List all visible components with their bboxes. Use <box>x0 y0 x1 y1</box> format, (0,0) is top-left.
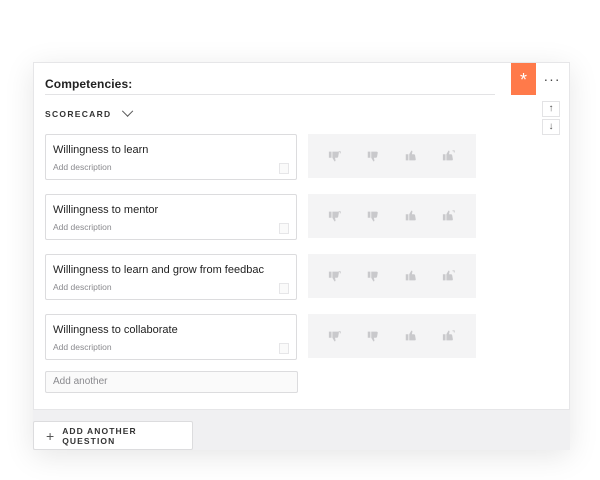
competency-description[interactable]: Add description <box>53 162 112 172</box>
competency-card[interactable]: Willingness to mentor Add description <box>45 194 297 240</box>
double-thumbs-up-icon[interactable] <box>442 269 456 283</box>
drag-handle-icon[interactable] <box>279 163 289 174</box>
scorecard-label: SCORECARD <box>45 109 112 119</box>
competency-name[interactable]: Willingness to learn and grow from feedb… <box>53 264 264 276</box>
rating-options <box>308 194 476 238</box>
chevron-down-icon <box>122 105 134 117</box>
double-thumbs-down-icon[interactable] <box>328 269 342 283</box>
competency-name[interactable]: Willingness to learn <box>53 144 148 156</box>
required-toggle-button[interactable]: * <box>511 63 536 95</box>
drag-handle-icon[interactable] <box>279 223 289 234</box>
thumbs-down-icon[interactable] <box>366 269 380 283</box>
thumbs-up-icon[interactable] <box>404 269 418 283</box>
thumbs-down-icon[interactable] <box>366 329 380 343</box>
rating-options <box>308 134 476 178</box>
move-down-button[interactable]: ↓ <box>542 119 560 135</box>
competency-card[interactable]: Willingness to learn and grow from feedb… <box>45 254 297 300</box>
thumbs-up-icon[interactable] <box>404 209 418 223</box>
competency-card[interactable]: Willingness to collaborate Add descripti… <box>45 314 297 360</box>
more-options-button[interactable]: ··· <box>541 69 563 91</box>
competency-card[interactable]: Willingness to learn Add description <box>45 134 297 180</box>
thumbs-down-icon[interactable] <box>366 209 380 223</box>
competency-name[interactable]: Willingness to mentor <box>53 204 158 216</box>
competency-description[interactable]: Add description <box>53 342 112 352</box>
rating-options <box>308 254 476 298</box>
move-up-button[interactable]: ↑ <box>542 101 560 117</box>
double-thumbs-down-icon[interactable] <box>328 149 342 163</box>
question-card: Competencies: * ··· ↑ ↓ SCORECARD Willin… <box>33 62 570 410</box>
thumbs-down-icon[interactable] <box>366 149 380 163</box>
drag-handle-icon[interactable] <box>279 343 289 354</box>
rating-options <box>308 314 476 358</box>
scorecard-toggle[interactable]: SCORECARD <box>45 105 134 119</box>
section-title[interactable]: Competencies: <box>45 77 495 91</box>
title-underline <box>45 94 495 95</box>
double-thumbs-down-icon[interactable] <box>328 209 342 223</box>
add-question-label: ADD ANOTHER QUESTION <box>62 425 137 446</box>
competency-name[interactable]: Willingness to collaborate <box>53 324 178 336</box>
stage: Competencies: * ··· ↑ ↓ SCORECARD Willin… <box>0 0 600 480</box>
add-another-input[interactable]: Add another <box>45 371 298 393</box>
thumbs-up-icon[interactable] <box>404 149 418 163</box>
double-thumbs-up-icon[interactable] <box>442 209 456 223</box>
add-another-question-button[interactable]: + ADD ANOTHER QUESTION <box>33 421 193 450</box>
double-thumbs-down-icon[interactable] <box>328 329 342 343</box>
competency-description[interactable]: Add description <box>53 282 112 292</box>
double-thumbs-up-icon[interactable] <box>442 149 456 163</box>
drag-handle-icon[interactable] <box>279 283 289 294</box>
competency-description[interactable]: Add description <box>53 222 112 232</box>
double-thumbs-up-icon[interactable] <box>442 329 456 343</box>
thumbs-up-icon[interactable] <box>404 329 418 343</box>
plus-icon: + <box>46 427 55 444</box>
